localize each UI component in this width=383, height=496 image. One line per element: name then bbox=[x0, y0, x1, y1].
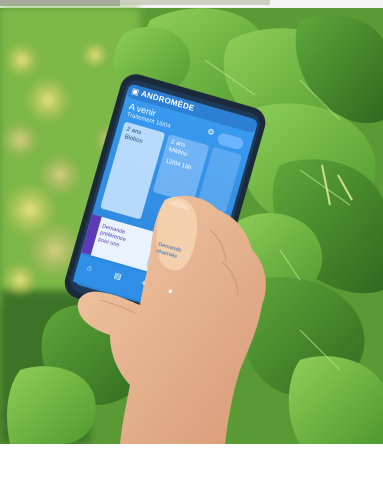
profile-icon[interactable]: ● bbox=[167, 286, 174, 296]
home-icon[interactable]: ⌂ bbox=[86, 263, 93, 273]
add-icon[interactable]: + bbox=[140, 277, 148, 288]
app-screen: ▣ ANDROMÈDE A venir Traitement 16/04 2 a… bbox=[0, 0, 383, 444]
card-2-line-3: 12/04 18h bbox=[164, 158, 193, 172]
settings-icon[interactable]: ⚙ bbox=[206, 127, 215, 138]
calendar-icon[interactable]: ▤ bbox=[113, 271, 123, 282]
app-logo-icon: ▣ bbox=[130, 86, 141, 98]
card-2-line-2: Mildiou bbox=[168, 146, 188, 158]
